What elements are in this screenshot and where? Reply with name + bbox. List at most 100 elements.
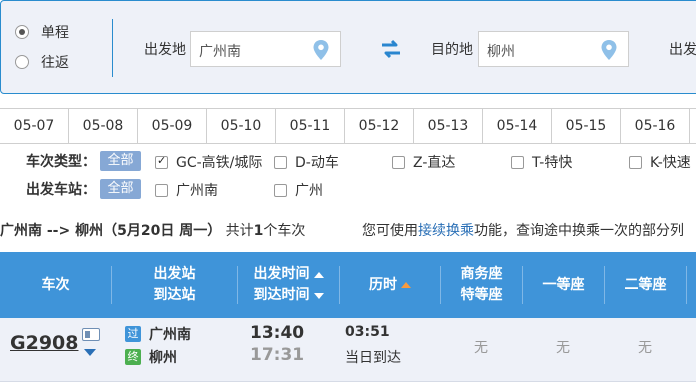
date-tab[interactable]: 05-13 [414,109,483,143]
date-tabs: 05-07 05-08 05-09 05-10 05-11 05-12 05-1… [0,108,696,144]
date-tab[interactable]: 05-07 [0,109,69,143]
departure-time: 13:40 [250,323,305,343]
count-value: 1 [253,223,264,239]
transfer-link[interactable]: 接续换乘 [418,223,474,239]
pass-station-badge: 过 [125,326,141,342]
filter-d-checkbox[interactable] [274,155,287,169]
date-tab[interactable]: 05-09 [138,109,207,143]
duration: 03:51 [345,324,390,340]
filter-k[interactable]: K-快速 [629,152,691,172]
sort-duration[interactable]: 历时 [369,275,411,296]
date-tab[interactable]: 05-11 [276,109,345,143]
col-stations: 出发站 到达站 [112,252,237,318]
col-station-arr: 到达站 [153,287,196,303]
first-class-availability: 无 [556,340,570,356]
station-all-button[interactable]: 全部 [100,179,141,199]
date-tab[interactable]: 05-16 [621,109,690,143]
hint-suffix: 功能，查询途中换乘一次的部分列 [474,223,684,239]
filter-gc[interactable]: GC-高铁/城际 [155,152,262,172]
transfer-hint: 您可使用接续换乘功能，查询途中换乘一次的部分列 [362,220,684,240]
col-time-arr-label: 到达时间 [253,287,310,303]
filter-station-guangzhou[interactable]: 广州 [274,180,323,200]
col-second-class: 二等座 [605,252,686,318]
train-type-all-button[interactable]: 全部 [100,151,141,171]
filter-k-label: K-快速 [650,155,691,171]
filter-station-label: 广州 [295,183,323,199]
summary-count: 共计1个车次 [226,223,306,239]
trip-type-group: 单程 往返 [15,21,69,81]
col-first-class: 一等座 [523,252,604,318]
train-number-link[interactable]: G2908 [10,332,78,354]
round-trip-label: 往返 [41,55,69,71]
from-label: 出发地 [144,42,186,58]
round-trip-option[interactable]: 往返 [15,51,69,73]
filter-z[interactable]: Z-直达 [392,152,455,172]
filter-gc-label: GC-高铁/城际 [176,155,263,171]
expand-stops-icon[interactable] [84,349,96,356]
filter-station-checkbox[interactable] [155,183,168,197]
count-suffix: 个车次 [263,223,306,239]
filter-d-label: D-动车 [295,155,339,171]
filter-z-label: Z-直达 [413,155,456,171]
results-table-header: 车次 出发站 到达站 出发时间 到达时间 历时 商务座 特等座 一等座 二等座 [0,252,696,318]
col-duration-label: 历时 [369,276,397,293]
date-tab[interactable]: 05-15 [552,109,621,143]
sort-arrival-time[interactable]: 到达时间 [254,285,324,306]
from-station-input[interactable]: 广州南 [190,31,341,67]
col-special-label: 特等座 [460,287,503,303]
date-tab[interactable]: 05-14 [483,109,552,143]
col-train-label: 车次 [41,276,70,293]
table-row[interactable]: G2908 过 广州南 终 柳州 13:40 17:31 03:51 当日到达 … [0,318,696,382]
sort-up-icon[interactable] [401,282,411,288]
hint-prefix: 您可使用 [362,223,418,239]
filter-t-checkbox[interactable] [511,155,524,169]
col-duration[interactable]: 历时 [340,252,440,318]
filter-d[interactable]: D-动车 [274,152,339,172]
filter-t-label: T-特快 [532,155,573,171]
filter-k-checkbox[interactable] [629,155,642,169]
filter-station-checkbox[interactable] [274,183,287,197]
one-way-label: 单程 [41,25,69,41]
departure-station: 广州南 [149,327,191,343]
to-station-value: 柳州 [487,44,515,60]
col-second-class-label: 二等座 [624,276,667,293]
train-type-label: 车次类型： [26,154,96,170]
location-pin-icon[interactable] [600,39,618,61]
filter-z-checkbox[interactable] [392,155,405,169]
sort-departure-time[interactable]: 出发时间 [254,264,324,285]
col-first-class-label: 一等座 [542,276,585,293]
summary-route: 广州南 --> 柳州（5月20日 周一） [0,223,222,239]
filter-station-label: 广州南 [176,183,218,199]
arrival-time: 17:31 [250,345,305,365]
to-label: 目的地 [431,42,473,58]
col-station-dep: 出发站 [153,266,196,282]
sort-up-icon[interactable] [313,271,324,278]
id-card-icon[interactable] [82,328,100,341]
second-class-availability: 无 [638,340,652,356]
filter-t[interactable]: T-特快 [511,152,572,172]
filter-gc-checkbox[interactable] [155,154,168,169]
one-way-option[interactable]: 单程 [15,21,69,43]
col-time-dep-label: 出发时间 [253,266,310,282]
date-tab[interactable]: 05-10 [207,109,276,143]
date-tab[interactable]: 05-08 [69,109,138,143]
col-times: 出发时间 到达时间 [238,252,339,318]
result-summary: 广州南 --> 柳州（5月20日 周一） 共计1个车次 [0,220,305,240]
filter-station-guangzhounan[interactable]: 广州南 [155,180,218,200]
swap-stations-icon[interactable] [380,39,402,59]
location-pin-icon[interactable] [312,39,330,61]
departure-station-label: 出发车站： [26,182,96,198]
count-prefix: 共计 [225,223,254,239]
search-panel: 单程 往返 出发地 广州南 目的地 柳州 出发 [0,0,696,94]
sort-down-icon[interactable] [313,292,324,299]
col-business: 商务座 特等座 [441,252,522,318]
one-way-radio[interactable] [15,25,29,39]
to-station-input[interactable]: 柳州 [478,31,629,67]
round-trip-radio[interactable] [15,55,29,69]
date-tab[interactable]: 05-12 [345,109,414,143]
date-label: 出发 [669,42,696,58]
divider [112,19,113,77]
col-train: 车次 [0,252,111,318]
col-business-label: 商务座 [460,266,503,282]
business-seat-availability: 无 [474,340,488,356]
